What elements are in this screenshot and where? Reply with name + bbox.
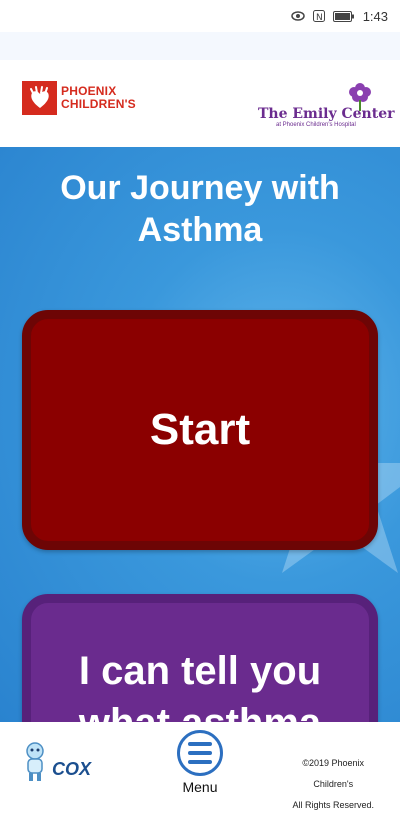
main-area[interactable]: Our Journey with Asthma Start I can tell… (0, 147, 400, 722)
emily-center-name: The Emily Center (258, 106, 395, 122)
hand-heart-icon (22, 81, 57, 115)
header-logos: PHOENIX CHILDREN'S The Emily Center at P… (0, 60, 400, 147)
top-stripe (0, 32, 400, 60)
tell-button-line1: I can tell you (78, 649, 322, 693)
cox-sponsor-logo[interactable]: COX (20, 740, 91, 782)
mascot-icon (26, 742, 44, 781)
copyright-line3: All Rights Reserved. (292, 799, 374, 810)
status-time: 1:43 (362, 8, 388, 24)
emily-center-logo[interactable]: The Emily Center at Phoenix Children's H… (258, 80, 395, 130)
emily-center-subtitle: at Phoenix Children's Hospital (276, 122, 356, 128)
menu-button[interactable] (177, 730, 223, 776)
menu-label[interactable]: Menu (170, 779, 230, 795)
bottom-bar: COX Menu ©2019 Phoenix Children's All Ri… (0, 722, 400, 810)
nfc-icon: N (312, 10, 325, 22)
logo-line2: CHILDREN'S (61, 97, 136, 111)
copyright-text: ©2019 Phoenix Children's All Rights Rese… (292, 747, 374, 821)
title-line2: Asthma (137, 211, 263, 249)
hamburger-menu-icon-bar3 (188, 760, 212, 764)
copyright-line1: ©2019 Phoenix (302, 757, 365, 768)
start-button-label: Start (149, 405, 251, 454)
hamburger-menu-icon-bar2 (188, 751, 212, 755)
tell-button-line2: what asthma (79, 697, 321, 722)
tell-what-asthma-button[interactable]: I can tell you what asthma (22, 594, 378, 722)
phoenix-childrens-logo[interactable]: PHOENIX CHILDREN'S (22, 81, 136, 115)
title-line1: Our Journey with (60, 169, 340, 207)
start-button[interactable]: Start (22, 310, 378, 550)
cox-text: COX (52, 759, 92, 779)
battery-icon (332, 10, 354, 22)
eye-comfort-icon (290, 11, 305, 21)
svg-text:N: N (316, 13, 323, 22)
copyright-line2: Children's (313, 778, 354, 789)
status-bar: N 1:43 (0, 0, 400, 32)
page-title: Our Journey with Asthma (0, 167, 400, 251)
hamburger-menu-icon (188, 742, 212, 746)
